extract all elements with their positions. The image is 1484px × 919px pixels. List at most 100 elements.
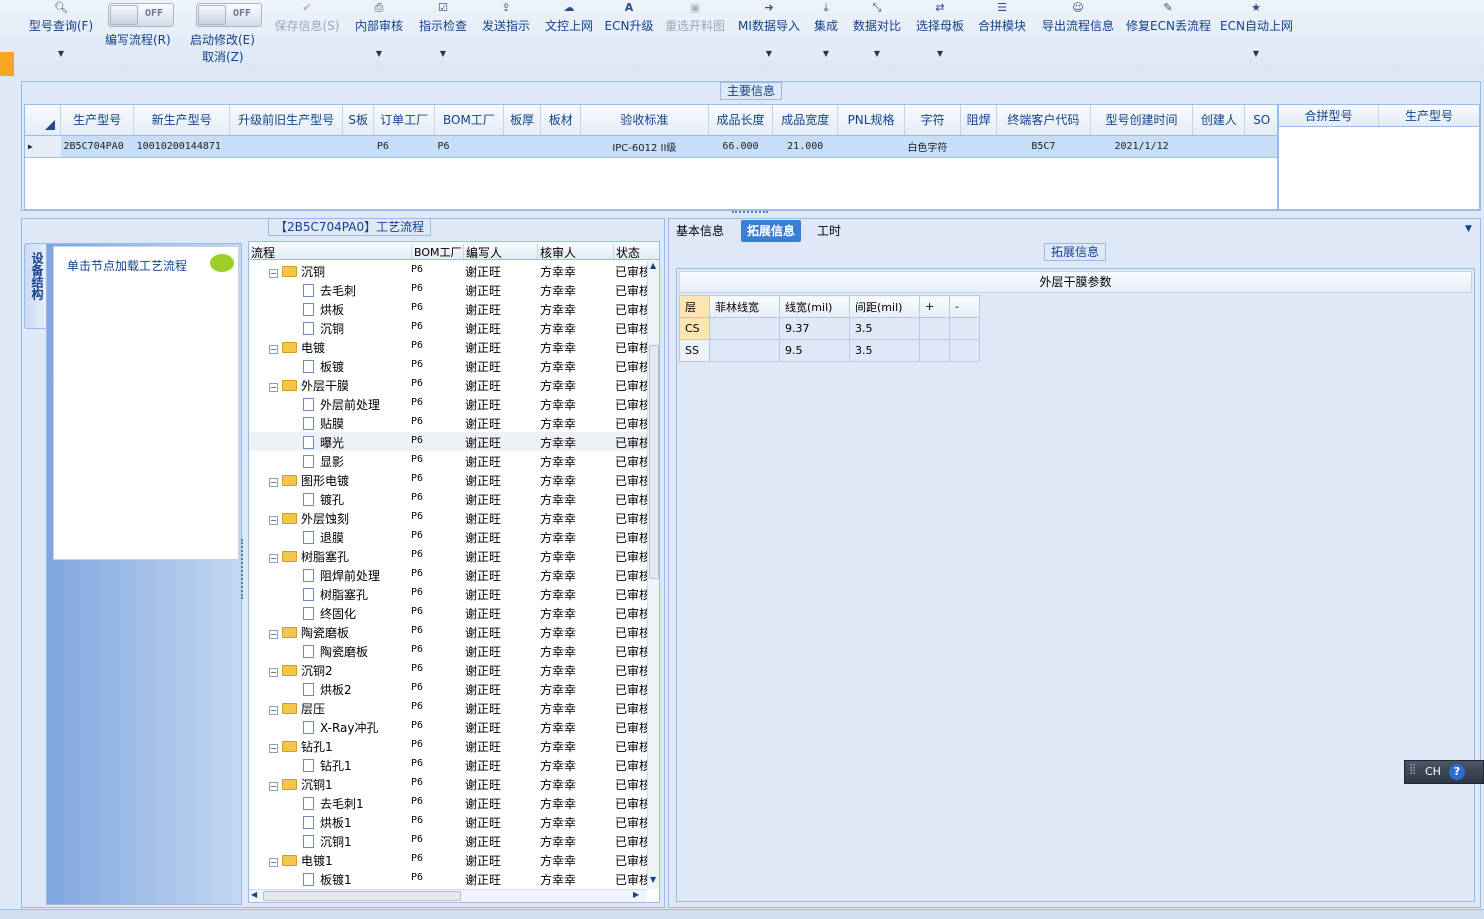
table-cell[interactable]: 21.000 [772, 134, 838, 158]
tree-row[interactable]: − 沉铜1 P6 谢正旺 方幸幸 已审核 [249, 774, 649, 793]
table-cell[interactable] [949, 317, 980, 340]
dropdown-arrow-icon[interactable]: ▼ [850, 49, 904, 59]
col-header[interactable]: 合拼型号 [1279, 105, 1379, 126]
tree-node[interactable]: − 电镀1 [269, 852, 333, 869]
table-cell[interactable] [229, 134, 343, 158]
table-cell[interactable]: B5C7 [996, 134, 1091, 158]
scroll-right-icon[interactable]: ▶ [633, 890, 639, 899]
tree-node[interactable]: 退膜 [303, 529, 344, 546]
tree-row[interactable]: 板镀1 P6 谢正旺 方幸幸 已审核 [249, 869, 649, 888]
tree-row[interactable]: 烘板1 P6 谢正旺 方幸幸 已审核 [249, 812, 649, 831]
internal-review-button[interactable]: ⎙ 内部审核 ▼ [352, 0, 406, 78]
tree-node[interactable]: 沉铜 [303, 320, 344, 337]
ime-language-label[interactable]: CH [1425, 765, 1441, 778]
tree-node[interactable]: 板镀 [303, 358, 344, 375]
device-tree-list[interactable]: 单击节点加载工艺流程 [53, 246, 239, 560]
tree-node[interactable]: 板镀1 [303, 871, 352, 888]
tree-row[interactable]: − 沉铜 P6 谢正旺 方幸幸 已审核 [249, 261, 649, 280]
col-header[interactable]: 生产型号 [60, 105, 135, 136]
tree-node[interactable]: − 钻孔1 [269, 738, 333, 755]
dropdown-arrow-icon[interactable]: ▼ [352, 49, 406, 59]
doc-control-online-button[interactable]: ☁ 文控上网 [542, 0, 596, 78]
tree-row[interactable]: 陶瓷磨板 P6 谢正旺 方幸幸 已审核 [249, 641, 649, 660]
collapse-toggle-icon[interactable]: − [269, 478, 278, 487]
col-header[interactable]: 菲林线宽 [709, 295, 780, 318]
table-cell[interactable] [1244, 134, 1277, 158]
table-cell[interactable] [540, 134, 581, 158]
dropdown-arrow-icon[interactable]: ▼ [416, 49, 470, 59]
tab-basic-info[interactable]: 基本信息 [670, 220, 730, 242]
col-header[interactable]: 阻焊 [960, 105, 997, 136]
data-compare-button[interactable]: ⤡ 数据对比 ▼ [850, 0, 904, 78]
tree-node[interactable]: − 外层蚀刻 [269, 510, 349, 527]
col-header[interactable]: 字符 [904, 105, 962, 136]
drag-handle-icon[interactable]: ⣿ [1409, 764, 1416, 775]
remove-column-button[interactable]: - [949, 295, 980, 318]
collapse-toggle-icon[interactable]: − [269, 345, 278, 354]
table-cell[interactable]: IPC-6012 II级 [580, 134, 709, 158]
table-row[interactable]: CS 9.37 3.5 [679, 317, 980, 340]
table-cell[interactable]: P6 [373, 134, 435, 158]
scroll-left-icon[interactable]: ◀ [251, 890, 257, 899]
tab-dropdown-icon[interactable]: ▼ [1465, 224, 1472, 234]
dropdown-arrow-icon[interactable]: ▼ [26, 49, 96, 59]
ecn-upgrade-button[interactable]: A ECN升级 [604, 0, 654, 78]
tree-row[interactable]: − 层压 P6 谢正旺 方幸幸 已审核 [249, 698, 649, 717]
dropdown-arrow-icon[interactable]: ▼ [810, 49, 842, 59]
tree-row[interactable]: 显影 P6 谢正旺 方幸幸 已审核 [249, 451, 649, 470]
device-structure-tab[interactable]: 设备结构 [24, 243, 48, 329]
tree-row[interactable]: 外层前处理 P6 谢正旺 方幸幸 已审核 [249, 394, 649, 413]
tree-row[interactable]: 阻焊前处理 P6 谢正旺 方幸幸 已审核 [249, 565, 649, 584]
tree-row[interactable]: 树脂塞孔 P6 谢正旺 方幸幸 已审核 [249, 584, 649, 603]
fix-ecn-lost-process-button[interactable]: ✎ 修复ECN丢流程 [1126, 0, 1211, 78]
tab-extended-info[interactable]: 拓展信息 [741, 220, 802, 242]
tree-node[interactable]: − 沉铜1 [269, 776, 333, 793]
col-header[interactable]: 终端客户代码 [996, 105, 1091, 136]
tree-row[interactable]: − 外层干膜 P6 谢正旺 方幸幸 已审核 [249, 375, 649, 394]
col-header[interactable]: SO [1244, 105, 1277, 136]
spacing-cell[interactable]: 3.5 [849, 317, 920, 340]
table-cell[interactable] [503, 134, 541, 158]
table-cell[interactable] [960, 134, 997, 158]
model-query-button[interactable]: 🔍︎ 型号查询(F) ▼ [26, 0, 96, 78]
table-cell[interactable] [837, 134, 905, 158]
tree-row[interactable]: X-Ray冲孔 P6 谢正旺 方幸幸 已审核 [249, 717, 649, 736]
tree-row[interactable]: − 树脂塞孔 P6 谢正旺 方幸幸 已审核 [249, 546, 649, 565]
col-header[interactable]: 状态 [613, 244, 640, 261]
layer-cell[interactable]: CS [679, 317, 710, 340]
tree-row[interactable]: 终固化 P6 谢正旺 方幸幸 已审核 [249, 603, 649, 622]
collapse-toggle-icon[interactable]: − [269, 383, 278, 392]
tree-node[interactable]: − 图形电镀 [269, 472, 349, 489]
col-header[interactable]: 间距(mil) [849, 295, 920, 318]
tree-node[interactable]: 外层前处理 [303, 396, 380, 413]
instruction-check-button[interactable]: ☑ 指示检查 ▼ [416, 0, 470, 78]
collapse-toggle-icon[interactable]: − [269, 269, 278, 278]
tree-node[interactable]: 阻焊前处理 [303, 567, 380, 584]
tree-node[interactable]: 烘板1 [303, 814, 352, 831]
spacing-cell[interactable]: 3.5 [849, 339, 920, 362]
dropdown-arrow-icon[interactable]: ▼ [913, 49, 967, 59]
line-width-cell[interactable]: 9.5 [779, 339, 850, 362]
scroll-down-icon[interactable]: ▼ [650, 875, 656, 884]
col-header[interactable]: 成品宽度 [772, 105, 839, 136]
tree-node[interactable]: 钻孔1 [303, 757, 352, 774]
tree-node[interactable]: 贴膜 [303, 415, 344, 432]
col-header[interactable]: 型号创建时间 [1090, 105, 1194, 136]
mi-data-import-button[interactable]: ➔ MI数据导入 ▼ [736, 0, 802, 78]
dropdown-arrow-icon[interactable]: ▼ [1220, 49, 1292, 59]
col-header[interactable]: S板 [342, 105, 375, 136]
scrollbar-thumb[interactable] [649, 345, 659, 579]
tree-row[interactable]: − 图形电镀 P6 谢正旺 方幸幸 已审核 [249, 470, 649, 489]
horizontal-scrollbar[interactable]: ◀ ▶ [249, 889, 647, 902]
tree-row[interactable]: 曝光 P6 谢正旺 方幸幸 已审核 [249, 432, 649, 451]
col-header[interactable]: 创建人 [1192, 105, 1246, 136]
tree-row[interactable]: 烘板 P6 谢正旺 方幸幸 已审核 [249, 299, 649, 318]
col-header[interactable]: 层 [679, 295, 710, 318]
tree-row[interactable]: 烘板2 P6 谢正旺 方幸幸 已审核 [249, 679, 649, 698]
table-cell[interactable] [1192, 134, 1245, 158]
merge-module-button[interactable]: ☰ 合拼模块 [975, 0, 1029, 78]
tree-node[interactable]: 曝光 [303, 434, 344, 451]
tree-row[interactable]: 镀孔 P6 谢正旺 方幸幸 已审核 [249, 489, 649, 508]
table-cell[interactable]: 10010200144871 [133, 134, 230, 158]
col-header[interactable]: 线宽(mil) [779, 295, 850, 318]
